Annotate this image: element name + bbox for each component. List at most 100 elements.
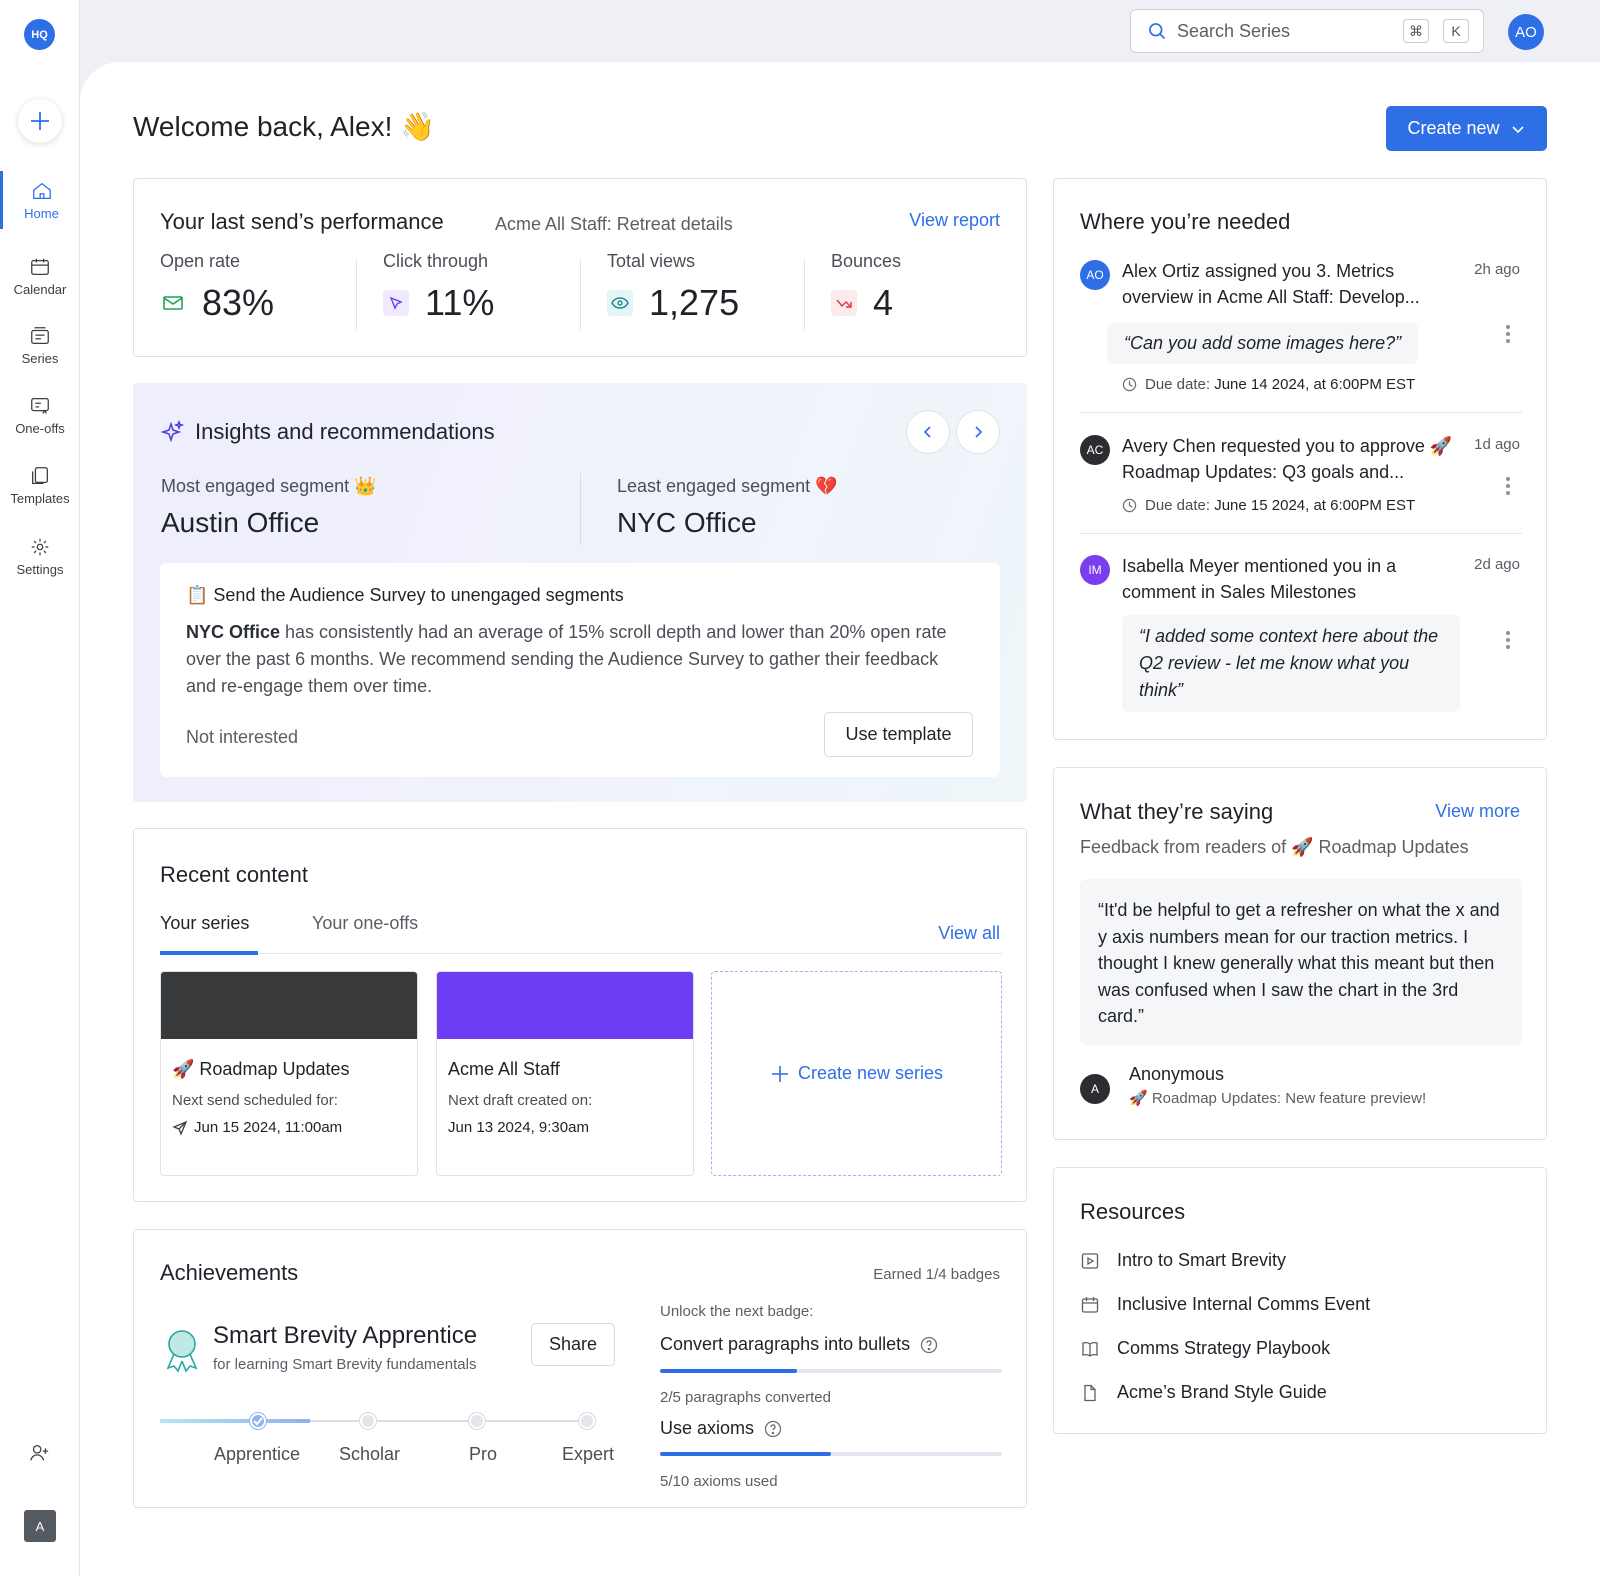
share-button[interactable]: Share [531, 1323, 615, 1366]
profile-avatar[interactable]: AO [1508, 14, 1544, 50]
level-dot [579, 1413, 595, 1429]
create-new-series-button[interactable]: Create new series [711, 971, 1002, 1176]
tile-cover [437, 972, 693, 1039]
resources-title: Resources [1080, 1199, 1186, 1224]
resource-link[interactable]: Acme’s Brand Style Guide [1081, 1382, 1327, 1403]
create-new-series-label: Create new series [797, 1063, 944, 1083]
view-more-link[interactable]: View more [1435, 801, 1520, 822]
bounce-icon [831, 290, 857, 316]
badges-earned: Earned 1/4 badges [873, 1266, 1000, 1283]
level-label: Expert [562, 1444, 615, 1464]
search-input[interactable]: Search Series ⌘ K [1130, 9, 1484, 53]
resource-link[interactable]: Comms Strategy Playbook [1081, 1338, 1330, 1359]
create-new-label: Create new [1407, 118, 1500, 138]
search-icon [1149, 23, 1166, 40]
goal-progress-bar [660, 1369, 1002, 1373]
resource-link[interactable]: Intro to Smart Brevity [1081, 1250, 1286, 1271]
performance-card: Your last send’s performance Acme All St… [133, 178, 1027, 357]
resource-label: Inclusive Internal Comms Event [1117, 1294, 1371, 1314]
divider [356, 259, 357, 331]
due-value: June 14 2024, at 6:00PM EST [1214, 376, 1416, 393]
actor-name: Alex Ortiz [1122, 261, 1201, 281]
insights-title: Insights and recommendations [195, 419, 495, 444]
one-offs-icon [31, 397, 49, 414]
tile-cover [161, 972, 417, 1039]
badge-description: for learning Smart Brevity fundamentals [213, 1356, 477, 1373]
recommendation-title: 📋 Send the Audience Survey to unengaged … [186, 585, 624, 605]
sidebar-item-templates[interactable]: Templates [0, 456, 80, 514]
calendar-icon [31, 258, 49, 275]
plus-icon [771, 1065, 788, 1082]
quick-create-button[interactable] [18, 99, 62, 143]
segment-name: NYC Office [186, 622, 281, 642]
resource-label: Intro to Smart Brevity [1117, 1250, 1287, 1270]
goal-progress-fill [660, 1369, 797, 1373]
metric-value: 11% [425, 282, 495, 323]
level-dot [469, 1413, 485, 1429]
next-insight-button[interactable] [956, 410, 1000, 454]
create-new-button[interactable]: Create new [1386, 106, 1547, 151]
actor-name: Avery Chen [1122, 436, 1216, 456]
invite-user-button[interactable] [28, 1442, 50, 1469]
more-options-icon[interactable] [1506, 477, 1510, 495]
series-tile[interactable]: 🚀 Roadmap Updates Next send scheduled fo… [160, 971, 418, 1176]
more-options-icon[interactable] [1506, 631, 1510, 649]
use-template-button[interactable]: Use template [824, 712, 973, 757]
where-needed-card: Where you’re needed AO Alex Ortiz assign… [1053, 178, 1547, 740]
goal-status: 5/10 axioms used [660, 1473, 778, 1490]
not-interested-link[interactable]: Not interested [186, 727, 298, 748]
avatar: A [1080, 1074, 1110, 1104]
recent-content-card: Recent content Your series Your one-offs… [133, 828, 1027, 1202]
insights-card: Insights and recommendations Most engage… [133, 383, 1027, 802]
sidebar-item-one-offs[interactable]: One-offs [0, 386, 80, 444]
notification-text[interactable]: Isabella Meyer mentioned you in a commen… [1122, 553, 1442, 605]
view-report-link[interactable]: View report [909, 210, 1000, 231]
page-title: Welcome back, Alex! 👋 [133, 111, 436, 142]
needed-title: Where you’re needed [1080, 209, 1291, 234]
sidebar-item-label: One-offs [15, 420, 65, 436]
notification-target: Sales Milestones [1220, 582, 1357, 602]
chevron-left-icon [923, 426, 931, 438]
goal-progress-fill [660, 1452, 831, 1456]
segment-label: Most engaged segment 👑 [161, 476, 377, 496]
goal-status: 2/5 paragraphs converted [660, 1389, 831, 1406]
sidebar-item-series[interactable]: Series [0, 316, 80, 374]
user-avatar[interactable]: A [24, 1510, 56, 1542]
sidebar-item-settings[interactable]: Settings [0, 527, 80, 585]
tab-your-one-offs[interactable]: Your one-offs [312, 913, 418, 934]
sidebar-item-calendar[interactable]: Calendar [0, 247, 80, 305]
app-logo[interactable]: HQ [24, 19, 55, 50]
resource-link[interactable]: Inclusive Internal Comms Event [1081, 1294, 1370, 1315]
recent-title: Recent content [160, 862, 308, 887]
notification-text[interactable]: Alex Ortiz assigned you 3. Metrics overv… [1122, 258, 1462, 310]
feedback-quote: “It'd be helpful to get a refresher on w… [1080, 879, 1522, 1045]
tile-title: 🚀 Roadmap Updates [172, 1059, 350, 1079]
chevron-down-icon [1511, 125, 1524, 133]
feedback-card: What they’re saying View more Feedback f… [1053, 767, 1547, 1140]
metric-value: 4 [873, 282, 894, 323]
divider [580, 259, 581, 331]
help-icon[interactable] [764, 1420, 782, 1438]
templates-icon [32, 466, 48, 484]
performance-title: Your last send’s performance [160, 209, 444, 234]
award-ribbon-icon [166, 1330, 198, 1373]
due-label: Due date: [1145, 376, 1215, 393]
level-dot [360, 1413, 376, 1429]
more-options-icon[interactable] [1506, 325, 1510, 343]
shortcut-k-key: K [1443, 19, 1469, 43]
help-icon[interactable] [920, 1336, 938, 1354]
view-all-link[interactable]: View all [938, 923, 1000, 944]
divider [804, 259, 805, 331]
notification-mid: in [1193, 287, 1218, 307]
file-icon [1084, 1384, 1096, 1401]
book-icon [1082, 1341, 1098, 1357]
send-icon [172, 1120, 188, 1136]
tab-your-series[interactable]: Your series [160, 913, 249, 934]
goal-title: Use axioms [660, 1418, 782, 1439]
notification-text[interactable]: Avery Chen requested you to approve 🚀 Ro… [1122, 433, 1462, 485]
chevron-right-icon [975, 426, 983, 438]
series-tile[interactable]: Acme All Staff Next draft created on: Ju… [436, 971, 694, 1176]
prev-insight-button[interactable] [906, 410, 950, 454]
clock-icon [1122, 498, 1137, 513]
sidebar-item-home[interactable]: Home [0, 171, 80, 229]
